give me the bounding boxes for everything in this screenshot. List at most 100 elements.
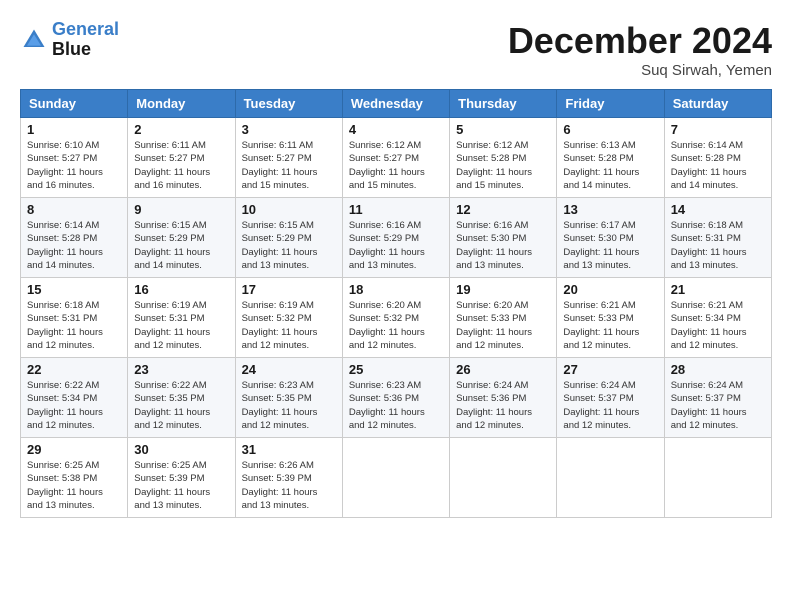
day-info: Sunrise: 6:25 AMSunset: 5:39 PMDaylight:… bbox=[134, 460, 210, 511]
calendar-week-4: 22 Sunrise: 6:22 AMSunset: 5:34 PMDaylig… bbox=[21, 358, 772, 438]
calendar-week-1: 1 Sunrise: 6:10 AMSunset: 5:27 PMDayligh… bbox=[21, 118, 772, 198]
calendar-cell: 6 Sunrise: 6:13 AMSunset: 5:28 PMDayligh… bbox=[557, 118, 664, 198]
calendar-header-row: SundayMondayTuesdayWednesdayThursdayFrid… bbox=[21, 90, 772, 118]
calendar-header-friday: Friday bbox=[557, 90, 664, 118]
calendar-cell: 30 Sunrise: 6:25 AMSunset: 5:39 PMDaylig… bbox=[128, 438, 235, 518]
day-info: Sunrise: 6:17 AMSunset: 5:30 PMDaylight:… bbox=[563, 220, 639, 271]
calendar-table: SundayMondayTuesdayWednesdayThursdayFrid… bbox=[20, 89, 772, 518]
calendar-cell: 22 Sunrise: 6:22 AMSunset: 5:34 PMDaylig… bbox=[21, 358, 128, 438]
day-number: 3 bbox=[242, 122, 336, 137]
day-number: 17 bbox=[242, 282, 336, 297]
calendar-week-5: 29 Sunrise: 6:25 AMSunset: 5:38 PMDaylig… bbox=[21, 438, 772, 518]
calendar-cell: 5 Sunrise: 6:12 AMSunset: 5:28 PMDayligh… bbox=[450, 118, 557, 198]
day-info: Sunrise: 6:24 AMSunset: 5:37 PMDaylight:… bbox=[563, 380, 639, 431]
calendar-cell: 29 Sunrise: 6:25 AMSunset: 5:38 PMDaylig… bbox=[21, 438, 128, 518]
title-section: December 2024 Suq Sirwah, Yemen bbox=[508, 20, 772, 79]
day-info: Sunrise: 6:16 AMSunset: 5:29 PMDaylight:… bbox=[349, 220, 425, 271]
day-number: 10 bbox=[242, 202, 336, 217]
day-info: Sunrise: 6:23 AMSunset: 5:35 PMDaylight:… bbox=[242, 380, 318, 431]
calendar-cell bbox=[342, 438, 449, 518]
calendar-week-3: 15 Sunrise: 6:18 AMSunset: 5:31 PMDaylig… bbox=[21, 278, 772, 358]
calendar-cell: 23 Sunrise: 6:22 AMSunset: 5:35 PMDaylig… bbox=[128, 358, 235, 438]
calendar-cell: 13 Sunrise: 6:17 AMSunset: 5:30 PMDaylig… bbox=[557, 198, 664, 278]
calendar-header-monday: Monday bbox=[128, 90, 235, 118]
month-title: December 2024 bbox=[508, 20, 772, 62]
day-number: 12 bbox=[456, 202, 550, 217]
calendar-header-saturday: Saturday bbox=[664, 90, 771, 118]
day-number: 5 bbox=[456, 122, 550, 137]
day-number: 13 bbox=[563, 202, 657, 217]
calendar-cell: 3 Sunrise: 6:11 AMSunset: 5:27 PMDayligh… bbox=[235, 118, 342, 198]
calendar-cell: 19 Sunrise: 6:20 AMSunset: 5:33 PMDaylig… bbox=[450, 278, 557, 358]
day-number: 8 bbox=[27, 202, 121, 217]
day-number: 31 bbox=[242, 442, 336, 457]
day-info: Sunrise: 6:22 AMSunset: 5:34 PMDaylight:… bbox=[27, 380, 103, 431]
calendar-cell: 15 Sunrise: 6:18 AMSunset: 5:31 PMDaylig… bbox=[21, 278, 128, 358]
calendar-cell bbox=[557, 438, 664, 518]
day-number: 21 bbox=[671, 282, 765, 297]
day-info: Sunrise: 6:13 AMSunset: 5:28 PMDaylight:… bbox=[563, 140, 639, 191]
calendar-cell: 10 Sunrise: 6:15 AMSunset: 5:29 PMDaylig… bbox=[235, 198, 342, 278]
day-number: 15 bbox=[27, 282, 121, 297]
day-number: 19 bbox=[456, 282, 550, 297]
day-number: 18 bbox=[349, 282, 443, 297]
day-info: Sunrise: 6:15 AMSunset: 5:29 PMDaylight:… bbox=[242, 220, 318, 271]
day-number: 7 bbox=[671, 122, 765, 137]
day-info: Sunrise: 6:19 AMSunset: 5:32 PMDaylight:… bbox=[242, 300, 318, 351]
day-number: 25 bbox=[349, 362, 443, 377]
day-info: Sunrise: 6:25 AMSunset: 5:38 PMDaylight:… bbox=[27, 460, 103, 511]
day-number: 1 bbox=[27, 122, 121, 137]
day-info: Sunrise: 6:15 AMSunset: 5:29 PMDaylight:… bbox=[134, 220, 210, 271]
day-info: Sunrise: 6:21 AMSunset: 5:33 PMDaylight:… bbox=[563, 300, 639, 351]
calendar-cell bbox=[664, 438, 771, 518]
day-info: Sunrise: 6:11 AMSunset: 5:27 PMDaylight:… bbox=[242, 140, 318, 191]
day-number: 14 bbox=[671, 202, 765, 217]
calendar-cell: 2 Sunrise: 6:11 AMSunset: 5:27 PMDayligh… bbox=[128, 118, 235, 198]
calendar-cell: 9 Sunrise: 6:15 AMSunset: 5:29 PMDayligh… bbox=[128, 198, 235, 278]
day-info: Sunrise: 6:10 AMSunset: 5:27 PMDaylight:… bbox=[27, 140, 103, 191]
day-number: 2 bbox=[134, 122, 228, 137]
day-info: Sunrise: 6:22 AMSunset: 5:35 PMDaylight:… bbox=[134, 380, 210, 431]
day-number: 27 bbox=[563, 362, 657, 377]
day-info: Sunrise: 6:19 AMSunset: 5:31 PMDaylight:… bbox=[134, 300, 210, 351]
location-subtitle: Suq Sirwah, Yemen bbox=[508, 62, 772, 79]
calendar-cell: 28 Sunrise: 6:24 AMSunset: 5:37 PMDaylig… bbox=[664, 358, 771, 438]
calendar-cell: 8 Sunrise: 6:14 AMSunset: 5:28 PMDayligh… bbox=[21, 198, 128, 278]
day-number: 28 bbox=[671, 362, 765, 377]
day-number: 4 bbox=[349, 122, 443, 137]
calendar-cell: 21 Sunrise: 6:21 AMSunset: 5:34 PMDaylig… bbox=[664, 278, 771, 358]
day-number: 16 bbox=[134, 282, 228, 297]
day-info: Sunrise: 6:11 AMSunset: 5:27 PMDaylight:… bbox=[134, 140, 210, 191]
day-info: Sunrise: 6:20 AMSunset: 5:32 PMDaylight:… bbox=[349, 300, 425, 351]
calendar-header-tuesday: Tuesday bbox=[235, 90, 342, 118]
calendar-cell: 24 Sunrise: 6:23 AMSunset: 5:35 PMDaylig… bbox=[235, 358, 342, 438]
calendar-cell: 7 Sunrise: 6:14 AMSunset: 5:28 PMDayligh… bbox=[664, 118, 771, 198]
calendar-cell: 31 Sunrise: 6:26 AMSunset: 5:39 PMDaylig… bbox=[235, 438, 342, 518]
day-info: Sunrise: 6:16 AMSunset: 5:30 PMDaylight:… bbox=[456, 220, 532, 271]
day-info: Sunrise: 6:26 AMSunset: 5:39 PMDaylight:… bbox=[242, 460, 318, 511]
calendar-cell: 26 Sunrise: 6:24 AMSunset: 5:36 PMDaylig… bbox=[450, 358, 557, 438]
day-info: Sunrise: 6:14 AMSunset: 5:28 PMDaylight:… bbox=[27, 220, 103, 271]
logo: General Blue bbox=[20, 20, 119, 60]
day-info: Sunrise: 6:21 AMSunset: 5:34 PMDaylight:… bbox=[671, 300, 747, 351]
day-info: Sunrise: 6:12 AMSunset: 5:28 PMDaylight:… bbox=[456, 140, 532, 191]
calendar-cell: 27 Sunrise: 6:24 AMSunset: 5:37 PMDaylig… bbox=[557, 358, 664, 438]
calendar-header-wednesday: Wednesday bbox=[342, 90, 449, 118]
logo-icon bbox=[20, 26, 48, 54]
day-number: 29 bbox=[27, 442, 121, 457]
page-header: General Blue December 2024 Suq Sirwah, Y… bbox=[20, 20, 772, 79]
day-number: 30 bbox=[134, 442, 228, 457]
day-info: Sunrise: 6:20 AMSunset: 5:33 PMDaylight:… bbox=[456, 300, 532, 351]
day-number: 11 bbox=[349, 202, 443, 217]
day-number: 22 bbox=[27, 362, 121, 377]
day-info: Sunrise: 6:24 AMSunset: 5:36 PMDaylight:… bbox=[456, 380, 532, 431]
calendar-header-sunday: Sunday bbox=[21, 90, 128, 118]
day-number: 23 bbox=[134, 362, 228, 377]
day-number: 9 bbox=[134, 202, 228, 217]
day-info: Sunrise: 6:12 AMSunset: 5:27 PMDaylight:… bbox=[349, 140, 425, 191]
day-number: 6 bbox=[563, 122, 657, 137]
calendar-cell: 11 Sunrise: 6:16 AMSunset: 5:29 PMDaylig… bbox=[342, 198, 449, 278]
calendar-cell: 17 Sunrise: 6:19 AMSunset: 5:32 PMDaylig… bbox=[235, 278, 342, 358]
day-info: Sunrise: 6:18 AMSunset: 5:31 PMDaylight:… bbox=[671, 220, 747, 271]
calendar-cell: 20 Sunrise: 6:21 AMSunset: 5:33 PMDaylig… bbox=[557, 278, 664, 358]
